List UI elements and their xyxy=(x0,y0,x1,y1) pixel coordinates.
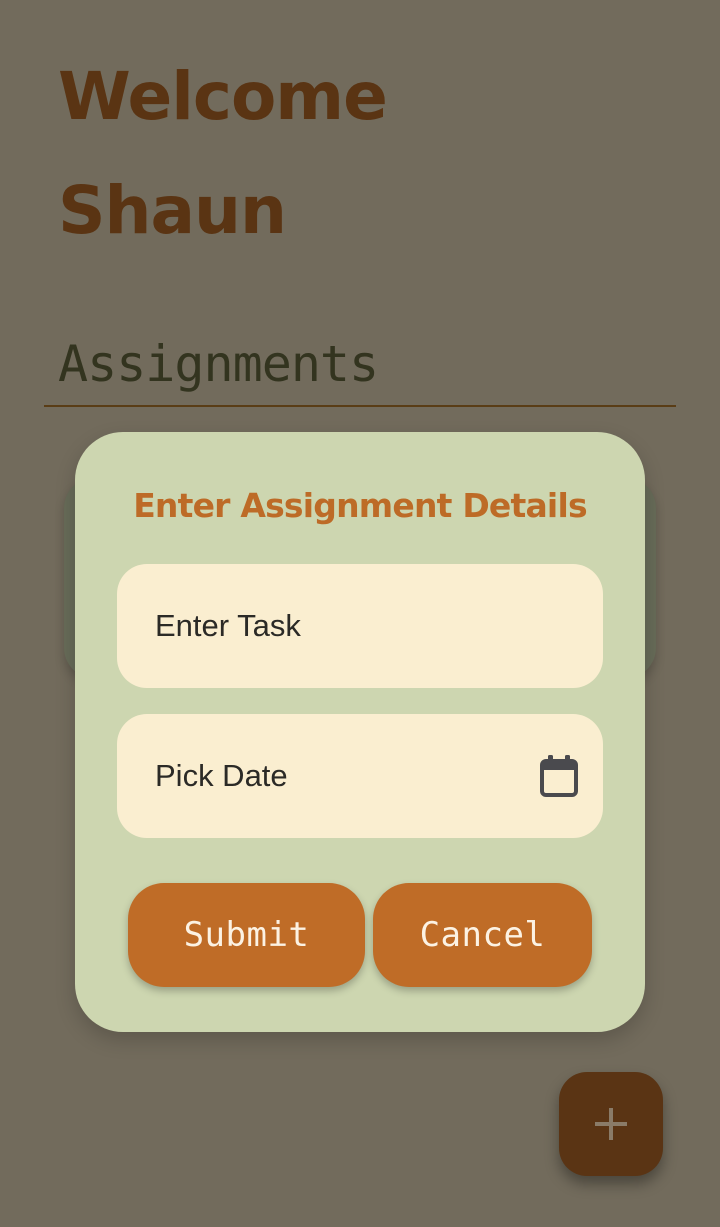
task-input[interactable] xyxy=(155,564,555,688)
welcome-heading: Welcome Shaun xyxy=(58,40,388,268)
dialog-title: Enter Assignment Details xyxy=(133,486,587,525)
calendar-icon[interactable] xyxy=(539,754,579,798)
user-name: Shaun xyxy=(58,172,287,249)
assignments-title: Assignments xyxy=(58,335,379,393)
welcome-text: Welcome xyxy=(58,58,388,135)
task-field[interactable] xyxy=(117,564,603,688)
submit-button[interactable]: Submit xyxy=(128,883,365,987)
cancel-button[interactable]: Cancel xyxy=(373,883,592,987)
plus-icon xyxy=(595,1108,627,1140)
add-assignment-button[interactable] xyxy=(559,1072,663,1176)
date-input[interactable] xyxy=(155,714,555,838)
date-field[interactable] xyxy=(117,714,603,838)
assignment-dialog: Enter Assignment Details Submit Cancel xyxy=(75,432,645,1032)
section-divider xyxy=(44,405,676,407)
